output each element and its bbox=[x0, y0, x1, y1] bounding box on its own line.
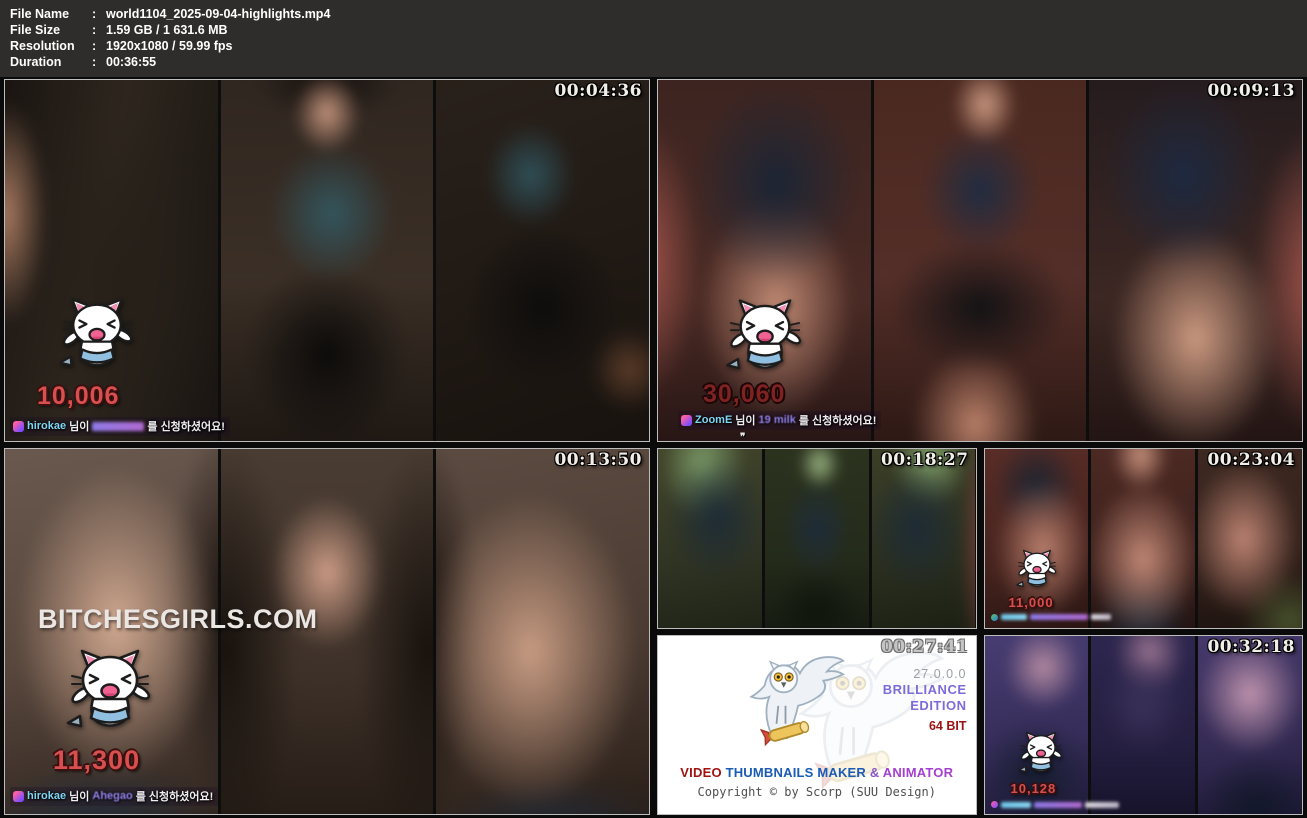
donation-count: 11,300 bbox=[53, 745, 140, 776]
frame-strip bbox=[1198, 636, 1302, 815]
chat-badge-icon bbox=[681, 415, 692, 426]
file-name-value: world1104_2025-09-04-highlights.mp4 bbox=[106, 7, 330, 21]
vtm-branding-frame: 00:27:41 27.0.0.0 BRILLIANCE EDITION 64 … bbox=[657, 635, 977, 816]
video-frame-2: 00:09:13 30,060 ZoomE님이19 milk를 신청하셨어요! … bbox=[657, 79, 1303, 442]
timestamp-overlay: 00:13:50 bbox=[554, 450, 642, 470]
frame-strip bbox=[1089, 80, 1302, 441]
video-frame-3: 00:13:50 BITCHESGIRLS.COM 11,300 hirokae… bbox=[4, 448, 650, 815]
small-frames-block: 00:18:27 00:23:04 11,000 bbox=[657, 448, 1303, 815]
edition-line2: EDITION bbox=[883, 698, 967, 714]
frame-strip bbox=[1091, 636, 1195, 815]
cat-mascot-icon bbox=[1013, 548, 1061, 596]
chat-username: ZoomE bbox=[695, 414, 732, 426]
chat-badge-icon bbox=[991, 614, 998, 621]
bits-label: 64 BIT bbox=[883, 718, 967, 734]
cat-mascot-icon bbox=[60, 646, 160, 746]
timestamp-overlay: 00:32:18 bbox=[1207, 637, 1295, 657]
chat-badge-icon bbox=[991, 801, 998, 808]
chat-request: 19 milk bbox=[759, 414, 796, 426]
donation-count: 30,060 bbox=[703, 380, 785, 409]
file-name-row: File Name:world1104_2025-09-04-highlight… bbox=[10, 6, 1307, 22]
resolution-row: Resolution:1920x1080 / 59.99 fps bbox=[10, 38, 1307, 54]
file-name-label: File Name bbox=[10, 6, 92, 22]
frame-strip bbox=[1198, 449, 1302, 628]
video-frame-7: 00:32:18 10,128 bbox=[984, 635, 1304, 816]
site-watermark: BITCHESGIRLS.COM bbox=[38, 604, 318, 635]
frame-strip bbox=[872, 449, 976, 628]
duration-row: Duration:00:36:55 bbox=[10, 54, 1307, 70]
duration-label: Duration bbox=[10, 54, 92, 70]
timestamp-overlay: 00:09:13 bbox=[1207, 81, 1295, 101]
thumbnail-grid: 00:04:36 10,006 hirokae님이를 신청하셨어요! 00:09… bbox=[0, 77, 1307, 818]
cat-mascot-icon bbox=[53, 295, 141, 383]
version-number: 27.0.0.0 bbox=[883, 666, 967, 682]
edition-line1: BRILLIANCE bbox=[883, 682, 967, 698]
frame-strip bbox=[221, 80, 434, 441]
video-frame-5: 00:23:04 11,000 bbox=[984, 448, 1304, 629]
video-frame-4: 00:18:27 bbox=[657, 448, 977, 629]
chat-overlay: ZoomE님이19 milk를 신청하셨어요! bbox=[678, 411, 881, 430]
frame-strip bbox=[765, 449, 869, 628]
donation-count: 10,128 bbox=[1011, 781, 1057, 796]
chat-overlay: hirokae님이Ahegao를 신청하셨어요! bbox=[10, 787, 218, 806]
cat-mascot-icon bbox=[720, 296, 810, 386]
frame-strip bbox=[874, 80, 1087, 441]
frame-strip bbox=[1091, 449, 1195, 628]
frame-strip bbox=[658, 449, 762, 628]
duration-value: 00:36:55 bbox=[106, 55, 156, 69]
chat-badge-icon bbox=[13, 791, 24, 802]
cat-mascot-icon bbox=[1015, 730, 1067, 782]
chat-request: Ahegao bbox=[92, 790, 132, 802]
file-size-row: File Size:1.59 GB / 1 631.6 MB bbox=[10, 22, 1307, 38]
timestamp-overlay: 00:04:36 bbox=[554, 81, 642, 101]
video-frame-1: 00:04:36 10,006 hirokae님이를 신청하셨어요! bbox=[4, 79, 650, 442]
chat-badge-icon bbox=[13, 421, 24, 432]
chat-overlay-blurred bbox=[991, 614, 1111, 621]
resolution-value: 1920x1080 / 59.99 fps bbox=[106, 39, 233, 53]
timestamp-overlay: 00:18:27 bbox=[881, 450, 969, 470]
chat-username: hirokae bbox=[27, 790, 66, 802]
copyright-line: Copyright © by Scorp (SUU Design) bbox=[658, 785, 976, 799]
resolution-label: Resolution bbox=[10, 38, 92, 54]
donation-count: 11,000 bbox=[1009, 595, 1054, 610]
owl-logo-icon bbox=[720, 650, 860, 758]
timestamp-overlay: 00:23:04 bbox=[1207, 450, 1295, 470]
file-size-value: 1.59 GB / 1 631.6 MB bbox=[106, 23, 228, 37]
frame-strip bbox=[436, 80, 649, 441]
donation-count: 10,006 bbox=[37, 382, 119, 411]
chat-overlay-blurred bbox=[991, 801, 1119, 808]
blurred-request-text bbox=[92, 422, 144, 431]
app-title: VIDEO THUMBNAILS MAKER & ANIMATOR bbox=[658, 765, 976, 780]
timestamp-overlay: 00:27:41 bbox=[881, 637, 969, 657]
file-size-label: File Size bbox=[10, 22, 92, 38]
chat-overlay: hirokae님이를 신청하셨어요! bbox=[10, 417, 230, 436]
version-block: 27.0.0.0 BRILLIANCE EDITION 64 BIT bbox=[883, 666, 967, 734]
file-info-header: File Name:world1104_2025-09-04-highlight… bbox=[0, 0, 1307, 77]
frame-strip bbox=[436, 449, 649, 814]
chat-username: hirokae bbox=[27, 420, 66, 432]
ditto-mark: ❞ bbox=[740, 432, 745, 442]
thumbnail-sheet: File Name:world1104_2025-09-04-highlight… bbox=[0, 0, 1307, 818]
